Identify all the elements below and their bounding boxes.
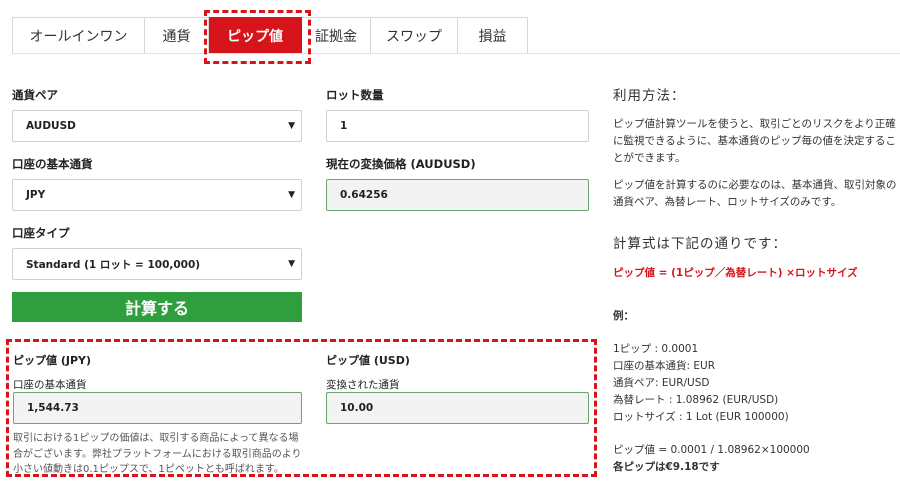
chevron-down-icon: ▼ <box>288 121 295 131</box>
chevron-down-icon: ▼ <box>288 190 295 200</box>
account-type-label: 口座タイプ <box>12 226 70 240</box>
tab-currency[interactable]: 通貨 <box>145 17 209 54</box>
currency-pair-label: 通貨ペア <box>12 88 58 102</box>
usage-paragraph-1: ピップ値計算ツールを使うと、取引ごとのリスクをより正確に監視できるように、基本通… <box>613 118 896 164</box>
formula-heading: 計算式は下記の通りです： <box>613 236 787 252</box>
example-list: 1ピップ : 0.0001 口座の基本通貨: EUR 通貨ペア: EUR/USD… <box>613 341 789 426</box>
example-heading: 例： <box>613 310 634 322</box>
account-type-select[interactable]: Standard (1 ロット = 100,000) ▼ <box>12 248 302 280</box>
currency-pair-value: AUDUSD <box>26 120 76 132</box>
pip-value-jpy-field: 1,544.73 <box>13 392 302 424</box>
conversion-price-label: 現在の変換価格 (AUDUSD) <box>326 157 476 171</box>
account-type-value: Standard (1 ロット = 100,000) <box>26 258 201 271</box>
pip-value-usd-title: ピップ値 (USD) <box>326 354 410 367</box>
pip-note-text: 取引における1ピップの価値は、取引する商品によって異なる場合がございます。弊社プ… <box>13 433 302 475</box>
base-currency-value: JPY <box>26 189 46 201</box>
currency-pair-select[interactable]: AUDUSD ▼ <box>12 110 302 142</box>
calculate-button[interactable]: 計算する <box>12 292 302 322</box>
usage-paragraph-2: ピップ値を計算するのに必要なのは、基本通貨、取引対象の通貨ペア、為替レート、ロッ… <box>613 179 897 208</box>
base-currency-label: 口座の基本通貨 <box>12 157 93 171</box>
example-line: ロットサイズ : 1 Lot (EUR 100000) <box>613 411 789 423</box>
pip-value-usd-subtitle: 変換された通貨 <box>326 379 400 391</box>
base-currency-select[interactable]: JPY ▼ <box>12 179 302 211</box>
tab-divider <box>12 53 900 54</box>
example-result-line: 各ピップは€9.18です <box>613 461 720 473</box>
tab-margin[interactable]: 証拠金 <box>302 17 371 54</box>
example-line: 為替レート : 1.08962 (EUR/USD) <box>613 394 779 406</box>
example-calc-line: ピップ値 = 0.0001 / 1.08962×100000 <box>613 444 810 456</box>
example-line: 1ピップ : 0.0001 <box>613 343 699 355</box>
chevron-down-icon: ▼ <box>288 259 295 269</box>
lot-size-input[interactable]: 1 <box>326 110 589 142</box>
pip-value-jpy-subtitle: 口座の基本通貨 <box>13 379 87 391</box>
lot-size-label: ロット数量 <box>326 88 384 102</box>
example-line: 口座の基本通貨: EUR <box>613 360 715 372</box>
example-line: 通貨ペア: EUR/USD <box>613 377 710 389</box>
usage-heading: 利用方法： <box>613 88 686 104</box>
tab-all-in-one[interactable]: オールインワン <box>12 17 145 54</box>
calculator-tabs: オールインワン 通貨 ピップ値 証拠金 スワップ 損益 <box>12 17 528 54</box>
conversion-price-field: 0.64256 <box>326 179 589 211</box>
pip-value-jpy-title: ピップ値 (JPY) <box>13 354 92 367</box>
tab-pip-value[interactable]: ピップ値 <box>209 17 302 54</box>
example-calculation: ピップ値 = 0.0001 / 1.08962×100000 各ピップは€9.1… <box>613 442 810 476</box>
tab-profit-loss[interactable]: 損益 <box>458 17 528 54</box>
tab-swap[interactable]: スワップ <box>371 17 458 54</box>
formula-text: ピップ値 = (1ピップ／為替レート) ×ロットサイズ <box>613 267 858 279</box>
pip-value-usd-field: 10.00 <box>326 392 589 424</box>
